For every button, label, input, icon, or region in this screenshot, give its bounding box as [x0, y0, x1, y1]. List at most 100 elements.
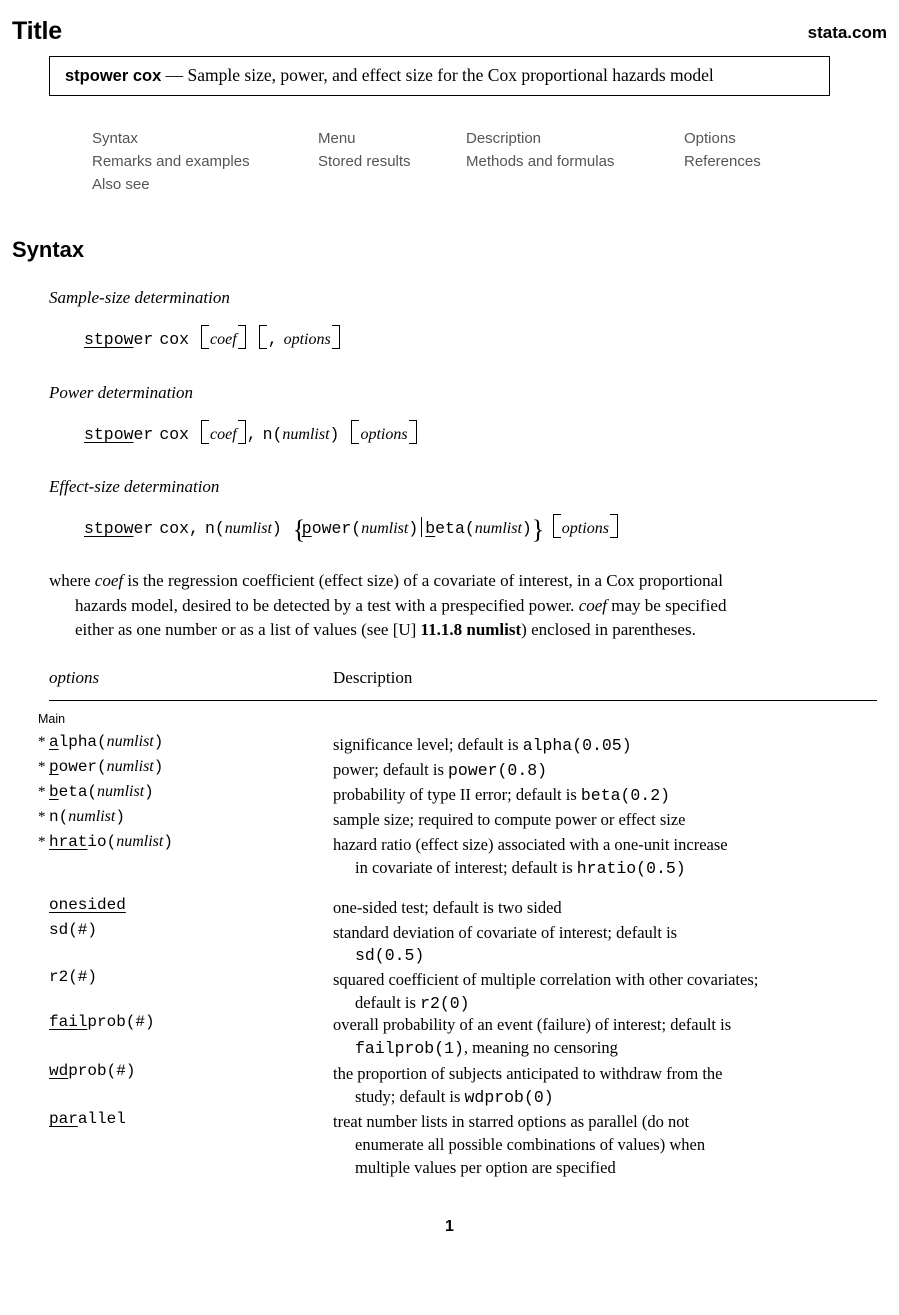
- option-name: alpha(numlist): [49, 733, 163, 751]
- syntax-arg-numlist: numlist: [224, 520, 272, 537]
- desc-text: probability of type II error; default is: [333, 785, 581, 804]
- option-name: beta(numlist): [49, 783, 154, 801]
- syntax-arg-numlist: numlist: [361, 520, 409, 537]
- syntax-power-rest: ower(: [311, 519, 362, 538]
- brace-close-icon: }: [531, 515, 545, 544]
- syntax-comma: ,: [267, 330, 278, 349]
- option-name: wdprob(#): [49, 1062, 135, 1080]
- nav-link-description[interactable]: Description: [466, 130, 541, 147]
- option-rest: io(: [87, 833, 117, 851]
- desc-text: significance level; default is: [333, 735, 523, 754]
- desc-continuation: default is r2(0): [333, 991, 877, 1015]
- nav-link-options[interactable]: Options: [684, 130, 736, 147]
- syntax-cmd-underlined: stpow: [84, 519, 134, 538]
- option-rest: eta(: [58, 783, 98, 801]
- syntax-label-effect-size: Effect-size determination: [49, 477, 220, 496]
- starred-marker: *: [38, 834, 46, 850]
- section-nav-links: Syntax Menu Description Options Remarks …: [92, 130, 832, 199]
- option-name: failprob(#): [49, 1013, 155, 1031]
- desc-text: squared coefficient of multiple correlat…: [333, 970, 759, 989]
- nav-link-syntax[interactable]: Syntax: [92, 130, 138, 147]
- option-abbrev: p: [49, 758, 59, 776]
- bracket-open-icon: [201, 420, 210, 444]
- syntax-label-power: Power determination: [49, 383, 194, 402]
- option-arg: numlist: [116, 833, 164, 850]
- option-rest: n(: [49, 808, 69, 826]
- syntax-arg-options: options: [283, 331, 331, 348]
- where-coef-term: coef: [94, 571, 124, 590]
- bracket-close-icon: [237, 325, 246, 349]
- stata-site-link[interactable]: stata.com: [808, 23, 887, 43]
- nav-row: Remarks and examples Stored results Meth…: [92, 153, 832, 176]
- option-name: power(numlist): [49, 758, 163, 776]
- syntax-subcmd: cox: [159, 330, 190, 349]
- where-reference-link[interactable]: 11.1.8 numlist: [421, 620, 522, 639]
- syntax-n-close: ): [329, 425, 340, 444]
- starred-marker: *: [38, 759, 46, 775]
- option-abbrev: fail: [49, 1013, 88, 1031]
- bracket-close-icon: [609, 514, 618, 538]
- option-description: standard deviation of covariate of inter…: [333, 921, 877, 967]
- bracket-open-icon: [258, 325, 267, 349]
- where-line3-a: either as one number or as a list of val…: [75, 620, 421, 639]
- option-description: overall probability of an event (failure…: [333, 1013, 877, 1060]
- nav-link-references[interactable]: References: [684, 153, 761, 170]
- option-description: sample size; required to compute power o…: [333, 808, 877, 831]
- desc-text2: in covariate of interest; default is: [355, 858, 577, 877]
- nav-row: Syntax Menu Description Options: [92, 130, 832, 153]
- syntax-cmd-rest: er: [133, 425, 154, 444]
- option-abbrev: wd: [49, 1062, 69, 1080]
- starred-marker: *: [38, 809, 46, 825]
- syntax-line-power: stpower cox coef, n(numlist) options: [84, 420, 418, 444]
- option-arg: numlist: [97, 783, 145, 800]
- desc-text2: enumerate all possible combinations of v…: [355, 1135, 706, 1154]
- option-description: power; default is power(0.8): [333, 758, 877, 782]
- entry-title-box: stpower cox — Sample size, power, and ef…: [49, 56, 830, 96]
- syntax-line-effect-size: stpower cox, n(numlist) {power(numlist) beta…: [84, 514, 619, 544]
- starred-marker: *: [38, 734, 46, 750]
- nav-link-methods-and-formulas[interactable]: Methods and formulas: [466, 153, 614, 170]
- nav-link-menu[interactable]: Menu: [318, 130, 356, 147]
- desc-text2: default is: [355, 993, 421, 1012]
- option-close: ): [153, 733, 164, 751]
- where-line1-b: is the regression coefficient (effect si…: [123, 571, 723, 590]
- desc-text: standard deviation of covariate of inter…: [333, 923, 678, 942]
- syntax-subcmd: cox: [159, 519, 190, 538]
- where-coef-term: coef: [578, 595, 608, 615]
- entry-title-text: stpower cox — Sample size, power, and ef…: [65, 65, 714, 86]
- desc-text3: multiple values per option are specified: [355, 1158, 616, 1177]
- syntax-cmd-rest: er: [133, 519, 154, 538]
- option-description: significance level; default is alpha(0.0…: [333, 733, 877, 757]
- syntax-comma: ,: [189, 519, 199, 538]
- option-description: the proportion of subjects anticipated t…: [333, 1062, 877, 1109]
- entry-title-description: Sample size, power, and effect size for …: [187, 65, 714, 85]
- nav-link-also-see[interactable]: Also see: [92, 176, 150, 193]
- desc-text: overall probability of an event (failure…: [333, 1015, 732, 1034]
- option-abbrev: hrat: [49, 833, 88, 851]
- bracket-close-icon: [331, 325, 340, 349]
- desc-continuation: in covariate of interest; default is hra…: [333, 856, 877, 880]
- desc-text: one-sided test; default is two sided: [333, 898, 562, 917]
- option-close: ): [115, 808, 125, 826]
- option-abbrev: onesided: [49, 896, 126, 914]
- desc-code: alpha(0.05): [522, 736, 632, 755]
- option-description: treat number lists in starred options as…: [333, 1110, 877, 1179]
- syntax-subcmd: cox: [159, 425, 190, 444]
- where-line3-b: ) enclosed in parentheses.: [521, 620, 696, 639]
- option-close: ): [144, 783, 154, 801]
- option-description: one-sided test; default is two sided: [333, 896, 877, 919]
- nav-link-stored-results[interactable]: Stored results: [318, 153, 411, 170]
- option-close: ): [163, 833, 173, 851]
- column-header-options: options: [49, 668, 100, 687]
- bracket-open-icon: [201, 325, 210, 349]
- where-line2-b: may be specified: [607, 595, 727, 615]
- where-line3: either as one number or as a list of val…: [49, 618, 877, 643]
- nav-link-remarks-and-examples[interactable]: Remarks and examples: [92, 153, 250, 170]
- desc-text2: study; default is: [355, 1087, 465, 1106]
- bracket-open-icon: [552, 514, 561, 538]
- page-title: Title: [12, 17, 62, 45]
- desc-code: sd(0.5): [355, 946, 425, 965]
- option-rest: allel: [77, 1110, 126, 1128]
- where-line2-a: hazards model, desired to be detected by…: [75, 595, 579, 615]
- syntax-n-close: ): [521, 519, 532, 538]
